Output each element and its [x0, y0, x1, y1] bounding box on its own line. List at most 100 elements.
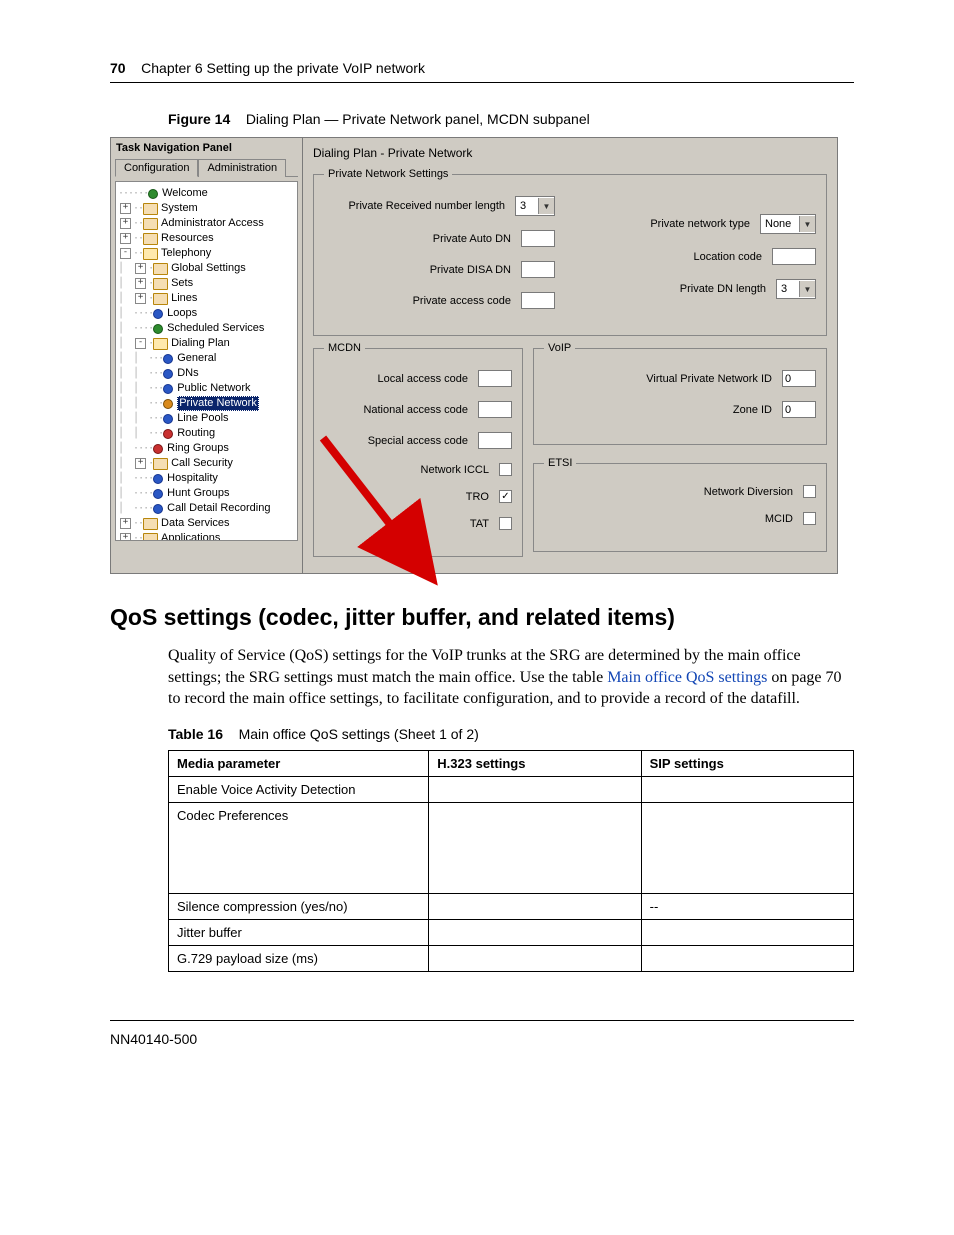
- national-access-label: National access code: [324, 404, 468, 416]
- tab-configuration[interactable]: Configuration: [115, 159, 198, 177]
- priv-auto-dn-input[interactable]: [521, 230, 555, 247]
- folder-icon: [143, 533, 158, 542]
- nav-tabs: Configuration Administration: [115, 158, 298, 177]
- table-row: Codec Preferences: [169, 802, 854, 893]
- national-access-input[interactable]: [478, 401, 512, 418]
- panel-title: Dialing Plan - Private Network: [313, 146, 827, 160]
- tree-loops[interactable]: Loops: [167, 306, 197, 321]
- table-cell: [429, 776, 641, 802]
- tree-general[interactable]: General: [177, 351, 216, 366]
- tree-routing[interactable]: Routing: [177, 426, 215, 441]
- folder-open-icon: [153, 338, 168, 350]
- expand-icon[interactable]: +: [120, 518, 131, 529]
- collapse-icon[interactable]: -: [120, 248, 131, 259]
- footer-doc-id: NN40140-500: [110, 1020, 854, 1047]
- tree-global-settings[interactable]: Global Settings: [171, 261, 246, 276]
- group-voip: VoIP Virtual Private Network ID Zone ID: [533, 342, 827, 445]
- priv-disa-dn-input[interactable]: [521, 261, 555, 278]
- nav-tree[interactable]: ······Welcome +··System +··Administrator…: [115, 181, 298, 541]
- bullet-icon: [153, 309, 163, 319]
- priv-recv-len-select[interactable]: 3▼: [515, 196, 555, 216]
- expand-icon[interactable]: +: [120, 203, 131, 214]
- tree-telephony[interactable]: Telephony: [161, 246, 211, 261]
- zone-id-input[interactable]: [782, 401, 816, 418]
- bullet-icon: [153, 324, 163, 334]
- table-cell: Jitter buffer: [169, 919, 429, 945]
- priv-dn-len-label: Private DN length: [585, 283, 766, 295]
- table-row: Enable Voice Activity Detection: [169, 776, 854, 802]
- vpn-id-input[interactable]: [782, 370, 816, 387]
- table-caption-text: Main office QoS settings (Sheet 1 of 2): [239, 726, 479, 742]
- tab-administration[interactable]: Administration: [198, 159, 286, 177]
- folder-open-icon: [143, 248, 158, 260]
- expand-icon[interactable]: +: [135, 293, 146, 304]
- bullet-icon: [163, 369, 173, 379]
- expand-icon[interactable]: +: [120, 218, 131, 229]
- header-rule: [110, 82, 854, 83]
- tree-call-security[interactable]: Call Security: [171, 456, 233, 471]
- tro-checkbox[interactable]: ✓: [499, 490, 512, 503]
- tree-admin-access[interactable]: Administrator Access: [161, 216, 264, 231]
- tree-dns[interactable]: DNs: [177, 366, 198, 381]
- zone-id-label: Zone ID: [544, 404, 772, 416]
- expand-icon[interactable]: +: [135, 278, 146, 289]
- table-cell: G.729 payload size (ms): [169, 945, 429, 971]
- local-access-label: Local access code: [324, 373, 468, 385]
- location-code-input[interactable]: [772, 248, 816, 265]
- tat-checkbox[interactable]: [499, 517, 512, 530]
- priv-dn-len-select[interactable]: 3▼: [776, 279, 816, 299]
- tree-hunt-groups[interactable]: Hunt Groups: [167, 486, 229, 501]
- tree-public-network[interactable]: Public Network: [177, 381, 250, 396]
- priv-access-code-input[interactable]: [521, 292, 555, 309]
- tat-label: TAT: [324, 518, 489, 530]
- net-diversion-checkbox[interactable]: [803, 485, 816, 498]
- group-etsi: ETSI Network Diversion MCID: [533, 457, 827, 552]
- expand-icon[interactable]: +: [120, 233, 131, 244]
- task-navigation-panel: Task Navigation Panel Configuration Admi…: [111, 138, 303, 573]
- expand-icon[interactable]: +: [135, 458, 146, 469]
- network-iccl-checkbox[interactable]: [499, 463, 512, 476]
- table-cell: --: [641, 893, 853, 919]
- folder-icon: [143, 218, 158, 230]
- tree-lines[interactable]: Lines: [171, 291, 197, 306]
- priv-net-type-select[interactable]: None▼: [760, 214, 816, 234]
- tree-hospitality[interactable]: Hospitality: [167, 471, 218, 486]
- tree-welcome[interactable]: Welcome: [162, 186, 208, 201]
- tree-sets[interactable]: Sets: [171, 276, 193, 291]
- expand-icon[interactable]: +: [120, 533, 131, 541]
- cross-reference-link[interactable]: Main office QoS settings: [607, 669, 767, 686]
- bullet-icon: [153, 474, 163, 484]
- group-private-network-settings: Private Network Settings Private Receive…: [313, 168, 827, 336]
- bullet-icon: [163, 414, 173, 424]
- net-diversion-label: Network Diversion: [544, 486, 793, 498]
- table-cell: [429, 802, 641, 893]
- tree-applications[interactable]: Applications: [161, 531, 220, 541]
- tree-private-network[interactable]: Private Network: [177, 396, 259, 411]
- tree-system[interactable]: System: [161, 201, 198, 216]
- local-access-input[interactable]: [478, 370, 512, 387]
- tree-data-services[interactable]: Data Services: [161, 516, 229, 531]
- table-cell: [641, 776, 853, 802]
- tree-cdr[interactable]: Call Detail Recording: [167, 501, 270, 516]
- group-mcdn: MCDN Local access code National access c…: [313, 342, 523, 557]
- tro-label: TRO: [324, 491, 489, 503]
- col-sip: SIP settings: [641, 750, 853, 776]
- folder-icon: [143, 233, 158, 245]
- page-number: 70: [110, 60, 126, 76]
- bullet-icon: [153, 504, 163, 514]
- tree-line-pools[interactable]: Line Pools: [177, 411, 228, 426]
- mcid-checkbox[interactable]: [803, 512, 816, 525]
- tree-ring-groups[interactable]: Ring Groups: [167, 441, 229, 456]
- tree-scheduled[interactable]: Scheduled Services: [167, 321, 264, 336]
- tree-resources[interactable]: Resources: [161, 231, 214, 246]
- priv-auto-dn-label: Private Auto DN: [324, 233, 511, 245]
- collapse-icon[interactable]: -: [135, 338, 146, 349]
- table-label: Table 16: [168, 726, 223, 742]
- special-access-input[interactable]: [478, 432, 512, 449]
- priv-net-type-label: Private network type: [585, 218, 750, 230]
- tree-dialing-plan[interactable]: Dialing Plan: [171, 336, 230, 351]
- table-cell: [641, 802, 853, 893]
- table-cell: Silence compression (yes/no): [169, 893, 429, 919]
- expand-icon[interactable]: +: [135, 263, 146, 274]
- bullet-icon: [163, 354, 173, 364]
